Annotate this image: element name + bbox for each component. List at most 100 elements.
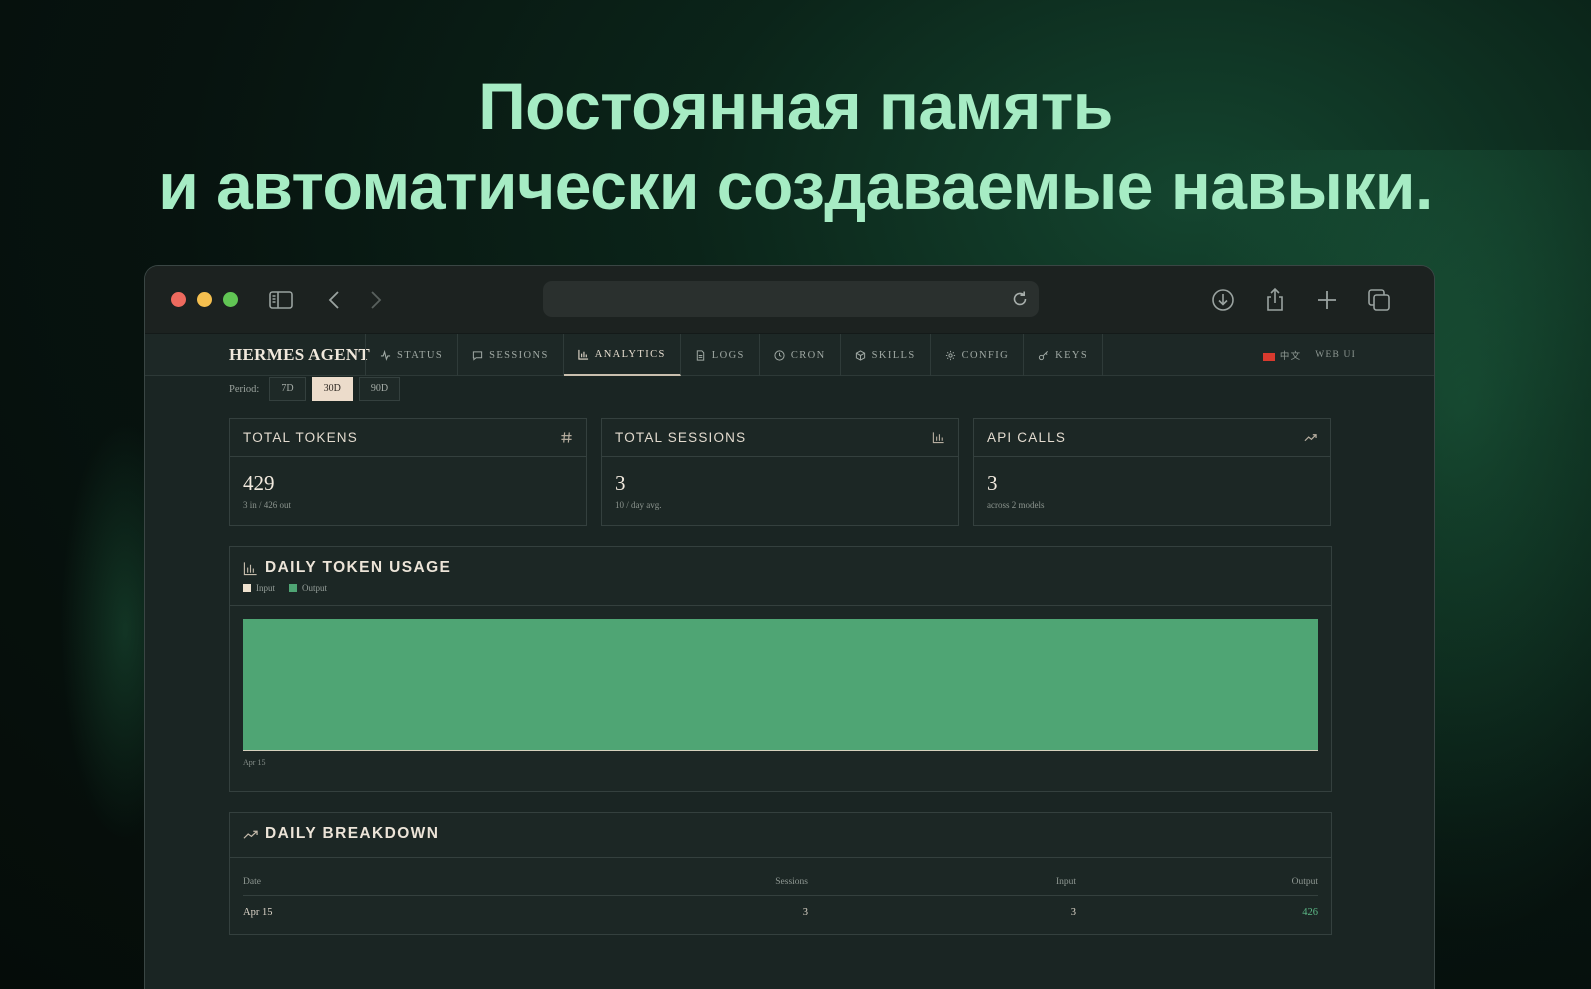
card-header: API CALLS bbox=[974, 419, 1330, 457]
tab-overview-icon[interactable] bbox=[1365, 286, 1393, 314]
legend-input: Input bbox=[243, 583, 275, 593]
total-tokens-card: TOTAL TOKENS 429 3 in / 426 out bbox=[229, 418, 587, 526]
legend-output-swatch bbox=[289, 584, 297, 592]
x-tick-label: Apr 15 bbox=[243, 758, 265, 767]
clock-icon bbox=[774, 349, 785, 361]
row-output: 426 bbox=[1302, 906, 1318, 918]
daily-usage-title: DAILY TOKEN USAGE bbox=[265, 559, 452, 576]
tab-cron[interactable]: CRON bbox=[760, 334, 841, 376]
tab-analytics[interactable]: ANALYTICS bbox=[563, 334, 681, 376]
tab-analytics-label: ANALYTICS bbox=[594, 348, 666, 360]
brand-logo[interactable]: HERMES AGENT bbox=[229, 334, 370, 376]
period-label: Period: bbox=[229, 383, 260, 395]
tab-status-label: STATUS bbox=[397, 349, 444, 361]
china-flag-icon bbox=[1262, 352, 1275, 361]
tab-sessions-label: SESSIONS bbox=[489, 349, 549, 361]
column-header-sessions: Sessions bbox=[775, 876, 808, 887]
breakdown-table: Date Sessions Input Output Apr 15 3 3 42… bbox=[230, 858, 1331, 934]
nav-tabs: STATUS SESSIONS ANALYTICS LOGS CRON SKIL… bbox=[365, 334, 1104, 376]
bar-output-0[interactable] bbox=[243, 619, 1318, 751]
panel-header: DAILY BREAKDOWN bbox=[230, 813, 1331, 858]
headline: Постоянная память и автоматически создав… bbox=[0, 66, 1591, 226]
tab-keys-label: KEYS bbox=[1055, 349, 1089, 361]
card-subtext: 10 / day avg. bbox=[615, 500, 662, 510]
trending-up-icon bbox=[1304, 434, 1317, 442]
card-value: 429 bbox=[243, 471, 275, 495]
gear-icon bbox=[945, 350, 955, 360]
column-header-output: Output bbox=[1291, 876, 1318, 887]
tab-logs-label: LOGS bbox=[711, 349, 745, 361]
minimize-window-button[interactable] bbox=[197, 292, 212, 307]
tab-logs[interactable]: LOGS bbox=[681, 334, 760, 376]
period-30d-button[interactable]: 30D bbox=[311, 377, 353, 401]
browser-toolbar bbox=[145, 266, 1434, 334]
new-tab-icon[interactable] bbox=[1313, 286, 1341, 314]
tab-sessions[interactable]: SESSIONS bbox=[458, 334, 564, 376]
address-bar[interactable] bbox=[543, 281, 1039, 317]
tab-status[interactable]: STATUS bbox=[365, 334, 459, 376]
card-header: TOTAL SESSIONS bbox=[602, 419, 958, 457]
row-sessions: 3 bbox=[802, 906, 808, 918]
legend-output-label: Output bbox=[302, 583, 328, 593]
period-7d-button[interactable]: 7D bbox=[269, 377, 306, 401]
analytics-content: Period: 7D 30D 90D TOTAL TOKENS 429 3 in… bbox=[229, 376, 1332, 935]
period-selector: Period: 7D 30D 90D bbox=[229, 376, 1332, 402]
card-header: TOTAL TOKENS bbox=[230, 419, 586, 457]
trending-up-icon bbox=[243, 830, 258, 839]
tab-cron-label: CRON bbox=[790, 349, 826, 361]
table-row[interactable]: Apr 15 3 3 426 bbox=[243, 896, 1318, 928]
tab-keys[interactable]: KEYS bbox=[1024, 334, 1104, 376]
row-input: 3 bbox=[1070, 906, 1076, 918]
card-subtext: 3 in / 426 out bbox=[243, 500, 292, 510]
legend-output: Output bbox=[289, 583, 327, 593]
package-icon bbox=[855, 349, 865, 361]
card-title: TOTAL SESSIONS bbox=[615, 430, 747, 445]
web-ui-label: WEB UI bbox=[1315, 350, 1356, 360]
total-sessions-card: TOTAL SESSIONS 3 10 / day avg. bbox=[601, 418, 959, 526]
legend-input-swatch bbox=[243, 584, 251, 592]
sidebar-toggle-icon[interactable] bbox=[267, 286, 295, 314]
column-header-date: Date bbox=[243, 876, 261, 887]
back-icon[interactable] bbox=[321, 286, 349, 314]
key-icon bbox=[1038, 350, 1049, 360]
chart-area: Apr 15 bbox=[230, 606, 1331, 791]
tab-skills-label: SKILLS bbox=[871, 349, 916, 361]
tab-config-label: CONFIG bbox=[961, 349, 1010, 361]
bar-input-0[interactable] bbox=[243, 750, 1318, 751]
bar-chart-icon bbox=[243, 561, 257, 575]
daily-breakdown-title: DAILY BREAKDOWN bbox=[265, 825, 440, 842]
card-title: TOTAL TOKENS bbox=[243, 430, 358, 445]
share-icon[interactable] bbox=[1261, 286, 1289, 314]
tab-skills[interactable]: SKILLS bbox=[841, 334, 931, 376]
app-navbar: HERMES AGENT STATUS SESSIONS ANALYTICS L… bbox=[145, 334, 1434, 376]
chat-icon bbox=[472, 350, 483, 361]
language-switch[interactable]: 中文 bbox=[1262, 348, 1302, 362]
close-window-button[interactable] bbox=[171, 292, 186, 307]
chart-legend: Input Output bbox=[243, 583, 1318, 593]
card-title: API CALLS bbox=[987, 430, 1067, 445]
card-subtext: across 2 models bbox=[987, 500, 1045, 510]
table-header: Date Sessions Input Output bbox=[243, 858, 1318, 896]
row-date: Apr 15 bbox=[243, 906, 273, 918]
headline-line-1: Постоянная память bbox=[478, 69, 1113, 143]
browser-window: HERMES AGENT STATUS SESSIONS ANALYTICS L… bbox=[144, 265, 1435, 989]
reload-icon[interactable] bbox=[1009, 288, 1031, 310]
daily-token-usage-panel: DAILY TOKEN USAGE Input Output Apr 15 bbox=[229, 546, 1332, 792]
bar-chart-icon bbox=[578, 349, 588, 360]
bar-chart-icon bbox=[932, 432, 944, 444]
maximize-window-button[interactable] bbox=[223, 292, 238, 307]
download-icon[interactable] bbox=[1209, 286, 1237, 314]
hash-icon bbox=[561, 432, 572, 443]
headline-line-2: и автоматически создаваемые навыки. bbox=[158, 149, 1433, 223]
language-label: 中文 bbox=[1279, 352, 1302, 362]
panel-title: DAILY BREAKDOWN bbox=[243, 825, 1318, 843]
legend-input-label: Input bbox=[256, 583, 275, 593]
forward-icon[interactable] bbox=[361, 286, 389, 314]
period-90d-button[interactable]: 90D bbox=[358, 377, 401, 401]
tab-config[interactable]: CONFIG bbox=[931, 334, 1025, 376]
nav-right: 中文 WEB UI bbox=[1262, 334, 1356, 376]
activity-icon bbox=[380, 349, 391, 361]
stat-cards: TOTAL TOKENS 429 3 in / 426 out TOTAL SE… bbox=[229, 418, 1332, 526]
card-value: 3 bbox=[987, 471, 998, 495]
file-icon bbox=[696, 349, 704, 361]
